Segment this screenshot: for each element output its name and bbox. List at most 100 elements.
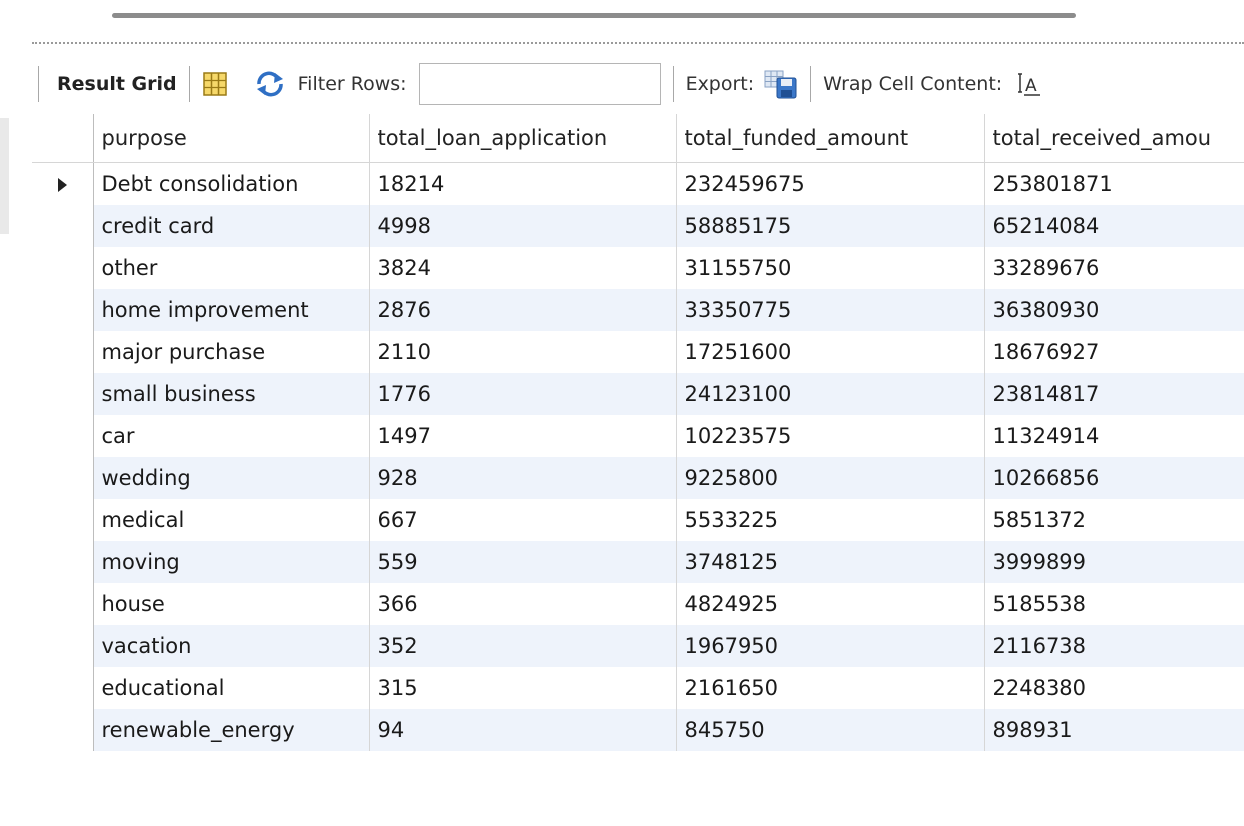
- row-selector[interactable]: [32, 583, 94, 625]
- panel-splitter[interactable]: [32, 42, 1244, 44]
- column-header-total-received-amount[interactable]: total_received_amou: [984, 114, 1244, 163]
- table-cell[interactable]: 10266856: [984, 457, 1244, 499]
- table-row[interactable]: home improvement 2876 33350775 36380930: [32, 289, 1244, 331]
- table-cell[interactable]: 3824: [369, 247, 677, 289]
- table-cell[interactable]: educational: [93, 667, 370, 709]
- table-cell[interactable]: 5533225: [676, 499, 985, 541]
- table-row[interactable]: renewable_energy 94 845750 898931: [32, 709, 1244, 751]
- table-cell[interactable]: 1497: [369, 415, 677, 457]
- table-cell[interactable]: 2248380: [984, 667, 1244, 709]
- table-row[interactable]: house 366 4824925 5185538: [32, 583, 1244, 625]
- table-cell[interactable]: credit card: [93, 205, 370, 247]
- table-cell[interactable]: medical: [93, 499, 370, 541]
- table-cell[interactable]: 845750: [676, 709, 985, 751]
- column-header-total-loan-application[interactable]: total_loan_application: [369, 114, 677, 163]
- table-row[interactable]: car 1497 10223575 11324914: [32, 415, 1244, 457]
- row-selector[interactable]: [32, 499, 94, 541]
- table-row[interactable]: small business 1776 24123100 23814817: [32, 373, 1244, 415]
- table-cell[interactable]: 23814817: [984, 373, 1244, 415]
- toolbar-separator: [38, 66, 39, 102]
- table-cell[interactable]: 17251600: [676, 331, 985, 373]
- result-grid-tab[interactable]: Result Grid: [57, 73, 177, 95]
- row-selector[interactable]: [32, 541, 94, 583]
- top-scroll-area: [0, 0, 1244, 30]
- table-cell[interactable]: Debt consolidation: [93, 162, 370, 205]
- row-selector[interactable]: [32, 247, 94, 289]
- table-cell[interactable]: 3999899: [984, 541, 1244, 583]
- row-selector[interactable]: [32, 625, 94, 667]
- svg-text:A: A: [1025, 76, 1037, 96]
- table-cell[interactable]: car: [93, 415, 370, 457]
- table-cell[interactable]: 4998: [369, 205, 677, 247]
- table-row[interactable]: major purchase 2110 17251600 18676927: [32, 331, 1244, 373]
- table-cell[interactable]: 5185538: [984, 583, 1244, 625]
- table-cell[interactable]: 253801871: [984, 162, 1244, 205]
- table-cell[interactable]: 898931: [984, 709, 1244, 751]
- filter-rows-input[interactable]: [418, 63, 661, 105]
- table-cell[interactable]: 33350775: [676, 289, 985, 331]
- table-cell[interactable]: other: [93, 247, 370, 289]
- row-selector[interactable]: [32, 373, 94, 415]
- table-cell[interactable]: 36380930: [984, 289, 1244, 331]
- table-cell[interactable]: renewable_energy: [93, 709, 370, 751]
- table-cell[interactable]: 2161650: [676, 667, 985, 709]
- row-selector[interactable]: [32, 331, 94, 373]
- table-cell[interactable]: small business: [93, 373, 370, 415]
- table-cell[interactable]: 928: [369, 457, 677, 499]
- table-cell[interactable]: 31155750: [676, 247, 985, 289]
- table-cell[interactable]: 11324914: [984, 415, 1244, 457]
- column-header-total-funded-amount[interactable]: total_funded_amount: [676, 114, 985, 163]
- column-header-purpose[interactable]: purpose: [93, 114, 370, 163]
- table-cell[interactable]: 315: [369, 667, 677, 709]
- row-selector[interactable]: [32, 205, 94, 247]
- table-cell[interactable]: 3748125: [676, 541, 985, 583]
- table-cell[interactable]: 33289676: [984, 247, 1244, 289]
- table-cell[interactable]: major purchase: [93, 331, 370, 373]
- table-cell[interactable]: 94: [369, 709, 677, 751]
- table-row[interactable]: moving 559 3748125 3999899: [32, 541, 1244, 583]
- wrap-cell-icon[interactable]: A: [1018, 71, 1042, 97]
- table-cell[interactable]: 24123100: [676, 373, 985, 415]
- table-cell[interactable]: 5851372: [984, 499, 1244, 541]
- table-row[interactable]: other 3824 31155750 33289676: [32, 247, 1244, 289]
- table-cell[interactable]: 232459675: [676, 162, 985, 205]
- table-cell[interactable]: home improvement: [93, 289, 370, 331]
- row-selector[interactable]: [32, 162, 94, 205]
- table-row[interactable]: wedding 928 9225800 10266856: [32, 457, 1244, 499]
- table-cell[interactable]: 18214: [369, 162, 677, 205]
- table-cell[interactable]: 352: [369, 625, 677, 667]
- export-icon[interactable]: [764, 68, 798, 100]
- table-cell[interactable]: 4824925: [676, 583, 985, 625]
- table-row[interactable]: credit card 4998 58885175 65214084: [32, 205, 1244, 247]
- table-cell[interactable]: 10223575: [676, 415, 985, 457]
- table-cell[interactable]: moving: [93, 541, 370, 583]
- table-cell[interactable]: 58885175: [676, 205, 985, 247]
- row-selector[interactable]: [32, 289, 94, 331]
- row-selector[interactable]: [32, 667, 94, 709]
- horizontal-scrollbar-thumb[interactable]: [112, 13, 1076, 18]
- table-row[interactable]: Debt consolidation 18214 232459675 25380187…: [32, 162, 1244, 205]
- table-cell[interactable]: 1776: [369, 373, 677, 415]
- row-selector[interactable]: [32, 709, 94, 751]
- row-selector[interactable]: [32, 415, 94, 457]
- table-cell[interactable]: 667: [369, 499, 677, 541]
- toolbar-separator: [672, 66, 674, 102]
- table-cell[interactable]: house: [93, 583, 370, 625]
- table-cell[interactable]: 18676927: [984, 331, 1244, 373]
- table-cell[interactable]: 2110: [369, 331, 677, 373]
- table-row[interactable]: educational 315 2161650 2248380: [32, 667, 1244, 709]
- table-row[interactable]: medical 667 5533225 5851372: [32, 499, 1244, 541]
- table-cell[interactable]: 65214084: [984, 205, 1244, 247]
- grid-form-icon[interactable]: [202, 71, 228, 97]
- table-cell[interactable]: wedding: [93, 457, 370, 499]
- table-cell[interactable]: 366: [369, 583, 677, 625]
- table-cell[interactable]: 2116738: [984, 625, 1244, 667]
- table-row[interactable]: vacation 352 1967950 2116738: [32, 625, 1244, 667]
- table-cell[interactable]: 9225800: [676, 457, 985, 499]
- row-selector[interactable]: [32, 457, 94, 499]
- table-cell[interactable]: 2876: [369, 289, 677, 331]
- refresh-icon[interactable]: [254, 71, 286, 97]
- table-cell[interactable]: 559: [369, 541, 677, 583]
- table-cell[interactable]: 1967950: [676, 625, 985, 667]
- table-cell[interactable]: vacation: [93, 625, 370, 667]
